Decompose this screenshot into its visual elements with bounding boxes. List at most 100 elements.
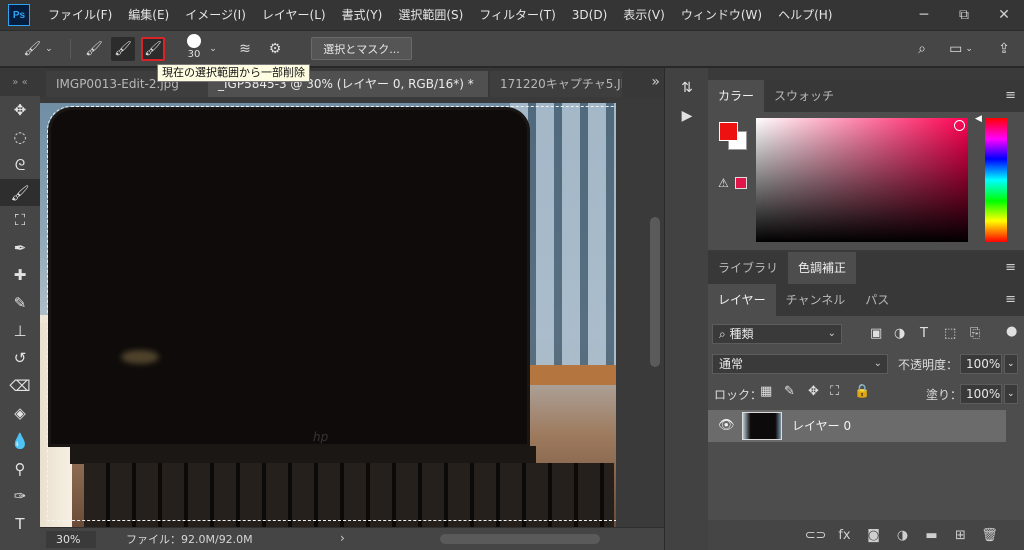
menu-help[interactable]: ヘルプ(H) xyxy=(770,0,840,30)
layer-row[interactable]: 👁 レイヤー 0 xyxy=(708,410,1006,442)
image-filter-icon[interactable]: ▣ xyxy=(870,326,882,341)
foreground-color-swatch[interactable] xyxy=(719,122,738,141)
add-mask-icon[interactable]: ◙ xyxy=(859,528,888,543)
move-tool[interactable]: ✥ xyxy=(0,96,40,124)
search-button[interactable]: ⌕ xyxy=(910,37,934,61)
lock-artboard-icon[interactable]: ⛶ xyxy=(830,384,839,399)
tab-channels[interactable]: チャンネル xyxy=(776,284,856,316)
lock-position-icon[interactable]: ✥ xyxy=(808,384,819,399)
status-menu-arrow[interactable]: › xyxy=(340,531,345,545)
eraser-tool[interactable]: ⌫ xyxy=(0,372,40,400)
sample-all-layers-button[interactable]: ≋ xyxy=(233,37,257,61)
tab-adjustments[interactable]: 色調補正 xyxy=(788,252,857,284)
tab-paths[interactable]: パス xyxy=(855,284,899,316)
layer-name[interactable]: レイヤー 0 xyxy=(792,410,851,442)
brush-size-dropdown[interactable]: ⌄ xyxy=(206,37,220,61)
canvas-area[interactable]: hp xyxy=(40,97,646,527)
menu-file[interactable]: ファイル(F) xyxy=(40,0,120,30)
lock-transparency-icon[interactable]: ▦ xyxy=(760,384,772,399)
lock-all-icon[interactable]: 🔒 xyxy=(854,384,870,399)
menu-edit[interactable]: 編集(E) xyxy=(120,0,177,30)
menu-window[interactable]: ウィンドウ(W) xyxy=(673,0,770,30)
auto-enhance-button[interactable]: ⚙ xyxy=(263,37,287,61)
dodge-tool[interactable]: ⚲ xyxy=(0,455,40,483)
smart-object-filter-icon[interactable]: ⎘ xyxy=(970,326,980,341)
filter-toggle-icon[interactable]: ● xyxy=(1006,324,1017,339)
eye-icon[interactable]: 👁 xyxy=(718,418,735,433)
scrollbar-thumb[interactable] xyxy=(650,217,660,367)
tab-libraries[interactable]: ライブラリ xyxy=(708,252,788,284)
gamut-warning-swatch[interactable] xyxy=(735,177,747,189)
new-selection-button[interactable]: 🖌 xyxy=(82,37,106,61)
new-group-icon[interactable]: ▬ xyxy=(917,528,946,543)
menu-filter[interactable]: フィルター(T) xyxy=(471,0,563,30)
toolbox-collapse-toggle[interactable]: » « xyxy=(0,68,40,96)
fill-dropdown[interactable]: ⌄ xyxy=(1004,384,1018,404)
blend-mode-dropdown[interactable]: 通常 ⌄ xyxy=(712,354,888,374)
hue-slider[interactable] xyxy=(985,118,1007,242)
close-button[interactable]: ✕ xyxy=(984,0,1024,30)
workspace-switcher[interactable]: ▭ ⌄ xyxy=(944,37,978,61)
layer-style-icon[interactable]: fx xyxy=(830,528,859,543)
crop-tool[interactable]: ⛶ xyxy=(0,206,40,234)
share-button[interactable]: ⇪ xyxy=(992,37,1016,61)
blur-tool[interactable]: 💧 xyxy=(0,427,40,455)
fill-field[interactable]: 100% xyxy=(960,384,1002,404)
type-filter-icon[interactable]: T xyxy=(920,326,928,341)
type-tool[interactable]: T xyxy=(0,510,40,538)
eyedropper-tool[interactable]: ✒ xyxy=(0,234,40,262)
brush-tip-icon xyxy=(187,34,201,48)
new-layer-icon[interactable]: ⊞ xyxy=(946,528,975,543)
color-field[interactable] xyxy=(756,118,968,242)
menu-view[interactable]: 表示(V) xyxy=(615,0,673,30)
opacity-field[interactable]: 100% xyxy=(960,354,1002,374)
history-panel-button[interactable]: ⇅ xyxy=(665,74,709,102)
history-brush-tool[interactable]: ↺ xyxy=(0,344,40,372)
healing-brush-tool[interactable]: ✚ xyxy=(0,262,40,290)
adjustment-filter-icon[interactable]: ◑ xyxy=(894,326,905,341)
panel-menu-icon[interactable]: ≡ xyxy=(1005,292,1016,307)
marquee-tool[interactable]: ◌ xyxy=(0,124,40,152)
restore-button[interactable]: ⧉ xyxy=(944,0,984,30)
tool-preset-picker[interactable]: 🖌 ⌄ xyxy=(18,37,58,61)
lock-pixels-icon[interactable]: ✎ xyxy=(784,384,795,399)
add-to-selection-button[interactable]: 🖌 xyxy=(111,37,135,61)
panel-menu-icon[interactable]: ≡ xyxy=(1005,260,1016,275)
menu-type[interactable]: 書式(Y) xyxy=(334,0,391,30)
clone-stamp-tool[interactable]: ⊥ xyxy=(0,317,40,345)
paint-bucket-tool[interactable]: ◈ xyxy=(0,400,40,428)
link-layers-icon[interactable]: ⊂⊃ xyxy=(801,528,830,543)
color-picker-marker[interactable] xyxy=(954,120,965,131)
brush-tool[interactable]: ✎ xyxy=(0,289,40,317)
tab-171220-capture[interactable]: 171220キャプチャ5.JPG xyxy=(490,71,622,97)
minimize-button[interactable]: ─ xyxy=(904,0,944,30)
hue-slider-marker[interactable]: ◀ xyxy=(975,114,982,124)
menu-3d[interactable]: 3D(D) xyxy=(564,0,615,30)
pen-tool[interactable]: ✑ xyxy=(0,482,40,510)
brush-size-picker[interactable]: 30 xyxy=(183,34,205,60)
delete-layer-icon[interactable]: 🗑 xyxy=(975,528,1004,543)
new-adjustment-layer-icon[interactable]: ◑ xyxy=(888,528,917,543)
menu-layer[interactable]: レイヤー(L) xyxy=(254,0,334,30)
document-image: hp xyxy=(40,103,616,527)
file-size-info[interactable]: ファイル：92.0M/92.0M xyxy=(126,531,253,548)
actions-panel-button[interactable]: ▶ xyxy=(665,102,709,130)
layer-filter-dropdown[interactable]: ⌕ 種類 ⌄ xyxy=(712,324,842,344)
tab-swatches[interactable]: スウォッチ xyxy=(764,80,844,112)
menu-image[interactable]: イメージ(I) xyxy=(177,0,254,30)
tab-layers[interactable]: レイヤー xyxy=(708,284,776,316)
menu-select[interactable]: 選択範囲(S) xyxy=(390,0,471,30)
lasso-tool[interactable]: ᘓ xyxy=(0,151,40,179)
tabs-overflow-button[interactable]: » xyxy=(651,74,660,90)
quick-selection-tool[interactable]: 🖌 xyxy=(0,178,40,207)
shape-filter-icon[interactable]: ⬚ xyxy=(944,326,956,341)
select-and-mask-button[interactable]: 選択とマスク... xyxy=(311,37,412,60)
vertical-scrollbar[interactable] xyxy=(646,97,664,527)
horizontal-scrollbar[interactable] xyxy=(440,534,600,544)
subtract-from-selection-button[interactable]: 🖌 xyxy=(141,37,165,61)
zoom-field[interactable]: 30% xyxy=(46,531,96,548)
opacity-dropdown[interactable]: ⌄ xyxy=(1004,354,1018,374)
tab-color[interactable]: カラー xyxy=(708,80,765,112)
panel-menu-icon[interactable]: ≡ xyxy=(1005,88,1016,103)
screen-reflection xyxy=(121,350,159,364)
